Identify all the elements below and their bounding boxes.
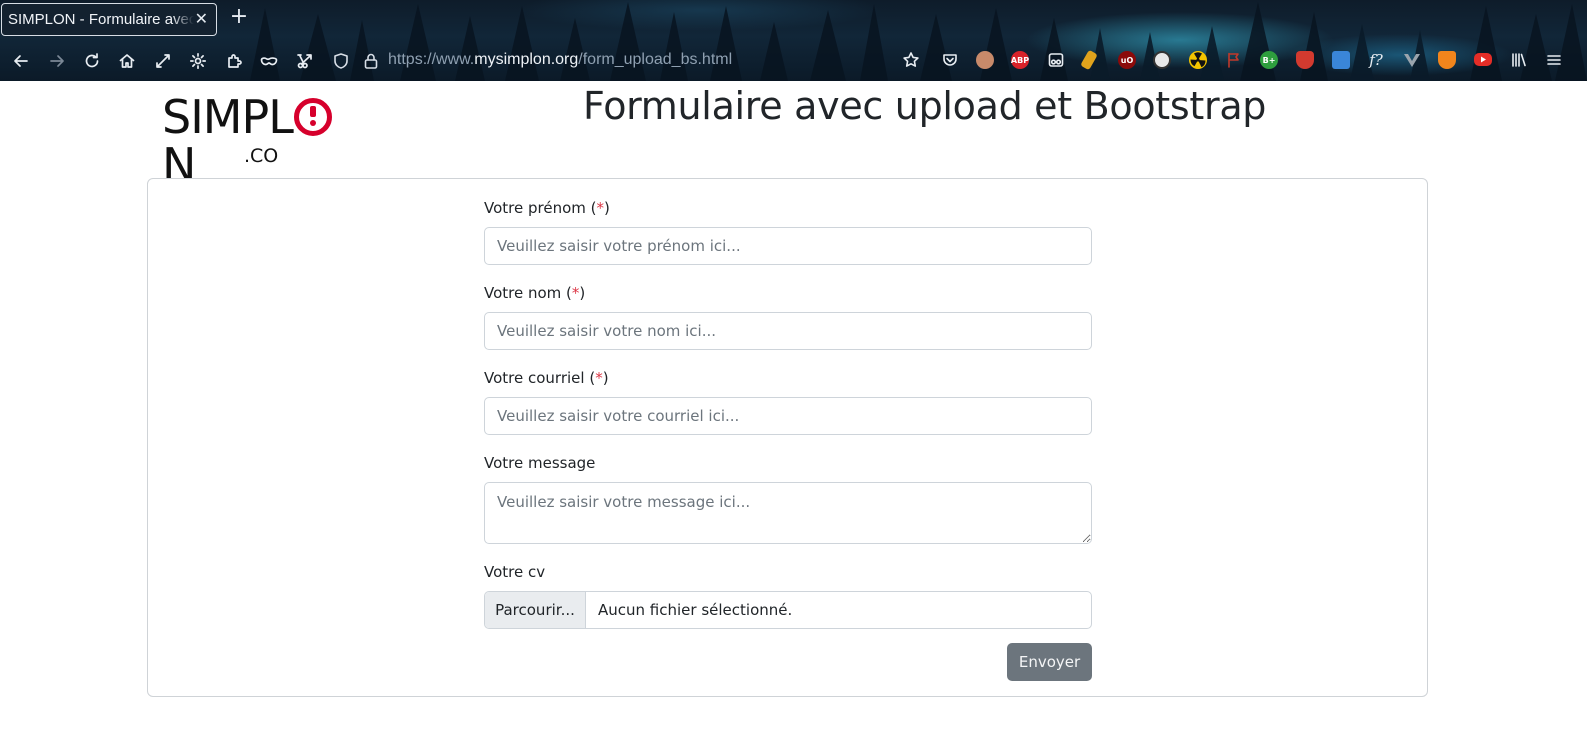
new-tab-button[interactable]: + <box>228 6 250 29</box>
email-input[interactable] <box>484 397 1092 435</box>
paint-brush-extension-icon[interactable] <box>1080 49 1098 71</box>
metamask-fox-icon[interactable] <box>1438 51 1456 69</box>
required-asterisk: * <box>595 369 603 387</box>
font-finder-icon[interactable]: f? <box>1367 51 1385 69</box>
file-status-text: Aucun fichier sélectionné. <box>598 601 793 619</box>
youtube-extension-icon[interactable] <box>1474 53 1492 66</box>
logo-wordmark: SIMPLN <box>162 93 362 189</box>
firstname-label: Votre prénom (*) <box>484 199 610 217</box>
soccer-ball-extension-icon[interactable] <box>1153 51 1171 69</box>
url-path: /form_upload_bs.html <box>578 51 733 68</box>
label-close: ) <box>579 284 586 302</box>
message-textarea[interactable] <box>484 482 1092 544</box>
ublock-origin-icon[interactable]: uO <box>1118 51 1136 69</box>
better-plus-icon[interactable]: B+ <box>1260 51 1278 69</box>
lastname-label-text: Votre nom ( <box>484 284 572 302</box>
email-label: Votre courriel (*) <box>484 369 609 387</box>
cv-file-input[interactable]: Parcourir... Aucun fichier sélectionné. <box>484 591 1092 629</box>
adblock-plus-icon[interactable]: ABP <box>1011 51 1029 69</box>
reload-icon[interactable] <box>80 49 104 73</box>
logo-o-mark-icon <box>293 98 332 136</box>
url-host: mysimplon.org <box>474 51 579 68</box>
page-title: Formulaire avec upload et Bootstrap <box>583 84 1267 128</box>
lastname-label: Votre nom (*) <box>484 284 585 302</box>
form-card: Votre prénom (*) Votre nom (*) Votre cou… <box>147 178 1428 697</box>
tab-title: SIMPLON - Formulaire avec upload et Boot… <box>8 11 194 28</box>
forward-icon[interactable] <box>45 49 69 73</box>
url-bar[interactable]: https://www.mysimplon.org/form_upload_bs… <box>332 46 892 76</box>
flag-extension-icon[interactable] <box>1225 51 1243 69</box>
close-tab-icon[interactable]: ✕ <box>195 10 208 28</box>
library-icon[interactable] <box>1510 51 1528 69</box>
radioactive-extension-icon[interactable] <box>1189 51 1207 69</box>
required-asterisk: * <box>596 199 605 217</box>
private-mask-icon[interactable] <box>257 49 281 73</box>
firstname-label-text: Votre prénom ( <box>484 199 597 217</box>
bookmark-star-icon[interactable] <box>902 51 920 69</box>
tracking-protection-shield-icon[interactable] <box>332 52 350 70</box>
back-icon[interactable] <box>9 49 33 73</box>
web-page: SIMPLN .CO Formulaire avec upload et Boo… <box>0 81 1587 741</box>
fullscreen-icon[interactable] <box>151 49 175 73</box>
label-close: ) <box>602 369 609 387</box>
submit-button[interactable]: Envoyer <box>1007 643 1092 681</box>
cv-label: Votre cv <box>484 563 546 581</box>
pocket-icon[interactable] <box>941 51 959 69</box>
logo-suffix: .CO <box>244 145 279 167</box>
lastname-input[interactable] <box>484 312 1092 350</box>
vue-devtools-icon[interactable] <box>1403 51 1421 69</box>
label-close: ) <box>604 199 610 217</box>
home-icon[interactable] <box>115 49 139 73</box>
email-label-text: Votre courriel ( <box>484 369 596 387</box>
profile-avatar-icon[interactable] <box>976 51 994 69</box>
browse-button[interactable]: Parcourir... <box>485 592 586 628</box>
browser-chrome: SIMPLON - Formulaire avec upload et Boot… <box>0 0 1587 81</box>
url-text[interactable]: https://www.mysimplon.org/form_upload_bs… <box>388 51 732 69</box>
message-label: Votre message <box>484 454 596 472</box>
url-prefix: https://www. <box>388 51 475 68</box>
settings-icon[interactable] <box>186 49 210 73</box>
logo-text-left: SIMPL <box>162 90 294 144</box>
reader-glasses-icon[interactable] <box>1047 51 1065 69</box>
firstname-input[interactable] <box>484 227 1092 265</box>
browser-tab[interactable]: SIMPLON - Formulaire avec upload et Boot… <box>1 3 217 36</box>
file-badge-extension-icon[interactable] <box>1332 51 1350 69</box>
menu-hamburger-icon[interactable] <box>1545 51 1563 69</box>
extensions-icon[interactable] <box>222 49 246 73</box>
lock-icon[interactable] <box>362 52 380 70</box>
simplon-logo: SIMPLN .CO <box>162 93 362 189</box>
shield-badge-extension-icon[interactable] <box>1296 51 1314 69</box>
screenshot-icon[interactable] <box>293 49 317 73</box>
